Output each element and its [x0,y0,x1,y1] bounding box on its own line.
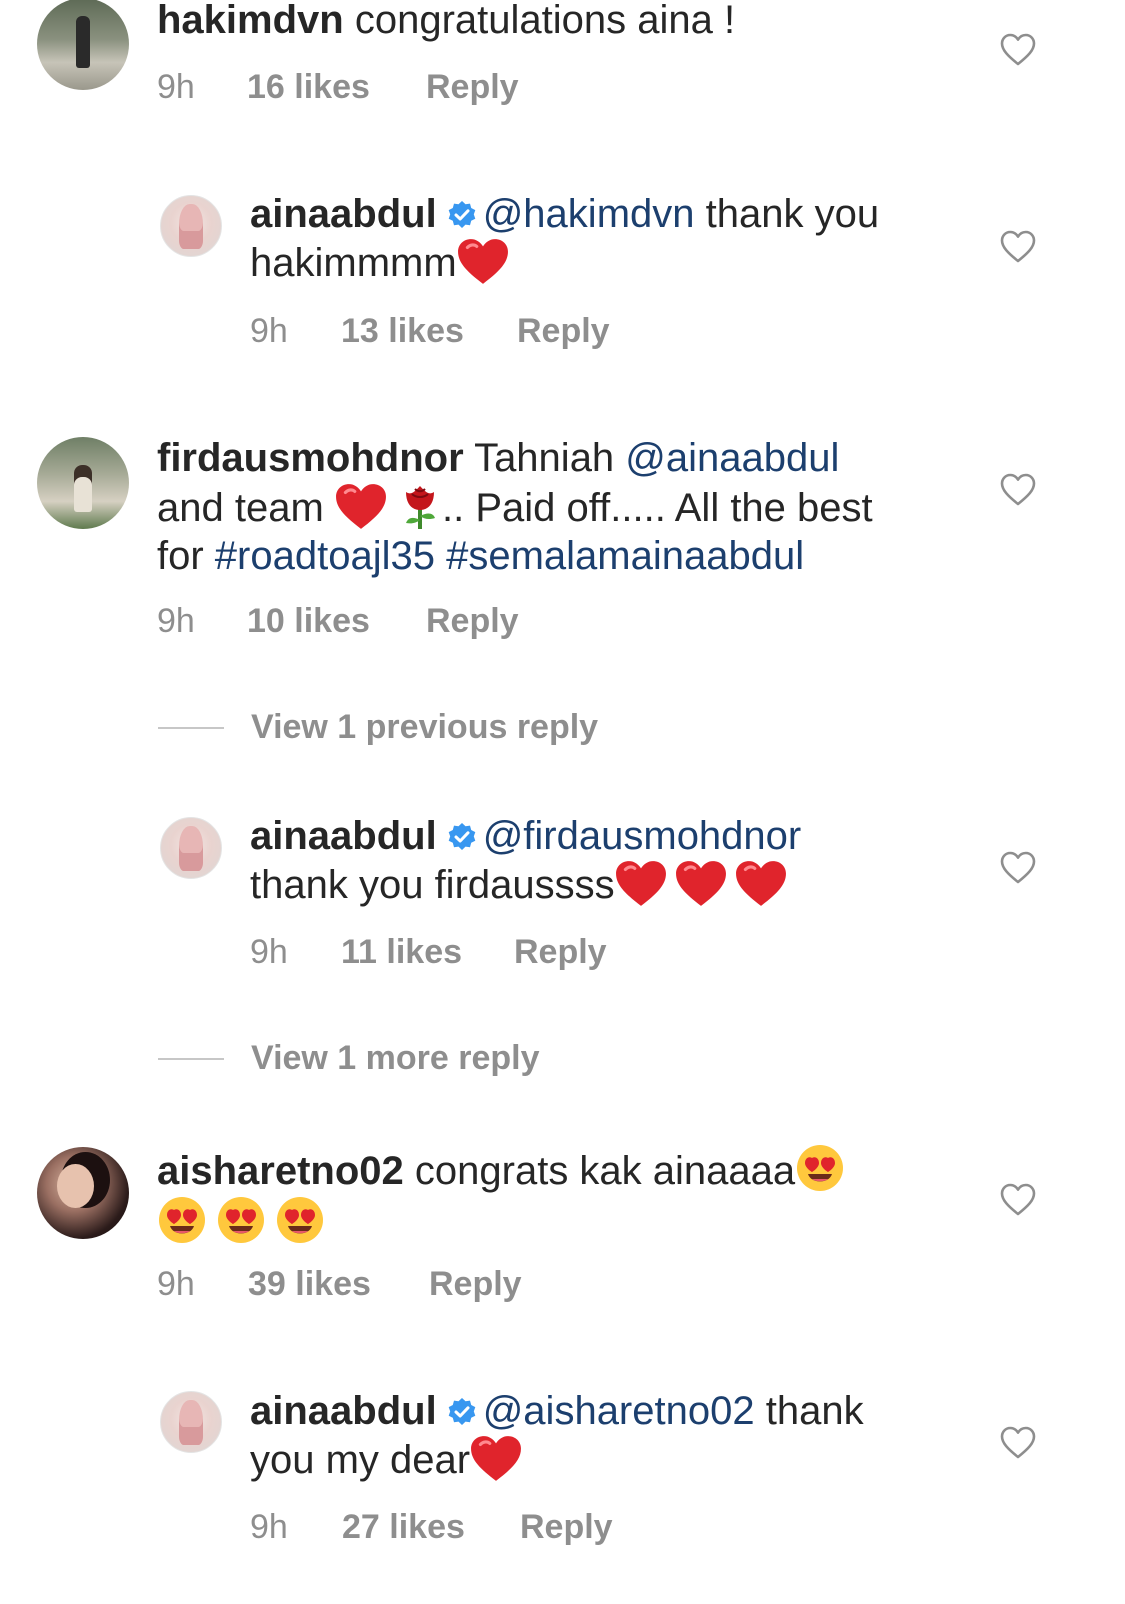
red-heart-emoji [735,860,787,907]
view-replies-label[interactable]: View 1 previous reply [251,707,598,747]
like-heart-icon[interactable] [1000,1426,1036,1460]
rose-emoji [398,482,442,530]
likes-count[interactable]: 10 likes [247,601,370,641]
comment-body-line3: for [157,534,215,578]
timestamp: 9h [157,1265,195,1303]
avatar[interactable] [37,1147,129,1239]
reply-button[interactable]: Reply [517,311,610,351]
divider [158,727,224,729]
reply-button[interactable]: Reply [429,1264,522,1304]
divider [158,1058,224,1060]
mention-link[interactable]: @hakimdvn [483,192,695,236]
comment-body: congratulations aina ! [343,0,736,42]
view-replies-label[interactable]: View 1 more reply [251,1038,540,1078]
comment-body-line2: hakimmmm [250,241,457,285]
comment-text: aisharetno02 congrats kak ainaaaa [157,1143,845,1247]
mention-link[interactable]: @ainaabdul [625,436,839,480]
username[interactable]: ainaabdul [250,192,437,236]
comment-body-line2: you my dear [250,1438,471,1482]
red-heart-emoji [675,860,727,907]
avatar[interactable] [160,195,222,257]
username[interactable]: hakimdvn [157,0,344,42]
reply-button[interactable]: Reply [520,1507,613,1547]
timestamp: 9h [250,1508,288,1546]
username[interactable]: firdausmohdnor [157,436,464,480]
mention-link[interactable]: @aisharetno02 [483,1389,755,1433]
comment-body-line2a: and team [157,486,335,530]
timestamp: 9h [250,933,288,971]
comment-text: ainaabdul @aisharetno02 thank you my dear [250,1387,864,1484]
username[interactable]: aisharetno02 [157,1149,404,1193]
timestamp: 9h [157,68,195,106]
heart-eyes-emoji [216,1195,266,1245]
comment-text: ainaabdul @hakimdvn thank you hakimmmm [250,190,879,287]
avatar[interactable] [37,437,129,529]
reply-button[interactable]: Reply [426,67,519,107]
heart-eyes-emoji [795,1143,845,1193]
comment-body-line2b: .. Paid off..... All the best [442,486,873,530]
likes-count[interactable]: 27 likes [342,1507,465,1547]
avatar[interactable] [37,0,129,90]
avatar[interactable] [160,817,222,879]
verified-badge-icon [447,200,477,230]
reply-button[interactable]: Reply [426,601,519,641]
hashtag-link[interactable]: #roadtoajl35 [215,534,435,578]
likes-count[interactable]: 39 likes [248,1264,371,1304]
red-heart-emoji [457,238,509,285]
like-heart-icon[interactable] [1000,230,1036,264]
heart-eyes-emoji [275,1195,325,1245]
username[interactable]: ainaabdul [250,814,437,858]
like-heart-icon[interactable] [1000,33,1036,67]
verified-badge-icon [447,822,477,852]
hashtag-link[interactable]: #semalamainaabdul [446,534,804,578]
red-heart-emoji [615,860,667,907]
comment-body: thank [754,1389,864,1433]
comment-text: firdausmohdnor Tahniah @ainaabdul and te… [157,434,873,580]
red-heart-emoji [335,483,387,530]
reply-button[interactable]: Reply [514,932,607,972]
like-heart-icon[interactable] [1000,851,1036,885]
timestamp: 9h [157,602,195,640]
comment-text: ainaabdul @firdausmohdnor thank you firda… [250,812,801,909]
comment-body: Tahniah [463,436,626,480]
avatar[interactable] [160,1391,222,1453]
red-heart-emoji [470,1435,522,1482]
heart-eyes-emoji [157,1195,207,1245]
likes-count[interactable]: 11 likes [341,932,462,972]
verified-badge-icon [447,1397,477,1427]
likes-count[interactable]: 16 likes [247,67,370,107]
comment-text: hakimdvn congratulations aina ! [157,0,735,44]
mention-link[interactable]: @firdausmohdnor [483,814,802,858]
username[interactable]: ainaabdul [250,1389,437,1433]
timestamp: 9h [250,312,288,350]
comment-body: thank you firdaussss [250,863,615,907]
comment-body: thank you [694,192,880,236]
like-heart-icon[interactable] [1000,473,1036,507]
likes-count[interactable]: 13 likes [341,311,464,351]
comment-body: congrats kak ainaaaa [403,1149,796,1193]
like-heart-icon[interactable] [1000,1183,1036,1217]
